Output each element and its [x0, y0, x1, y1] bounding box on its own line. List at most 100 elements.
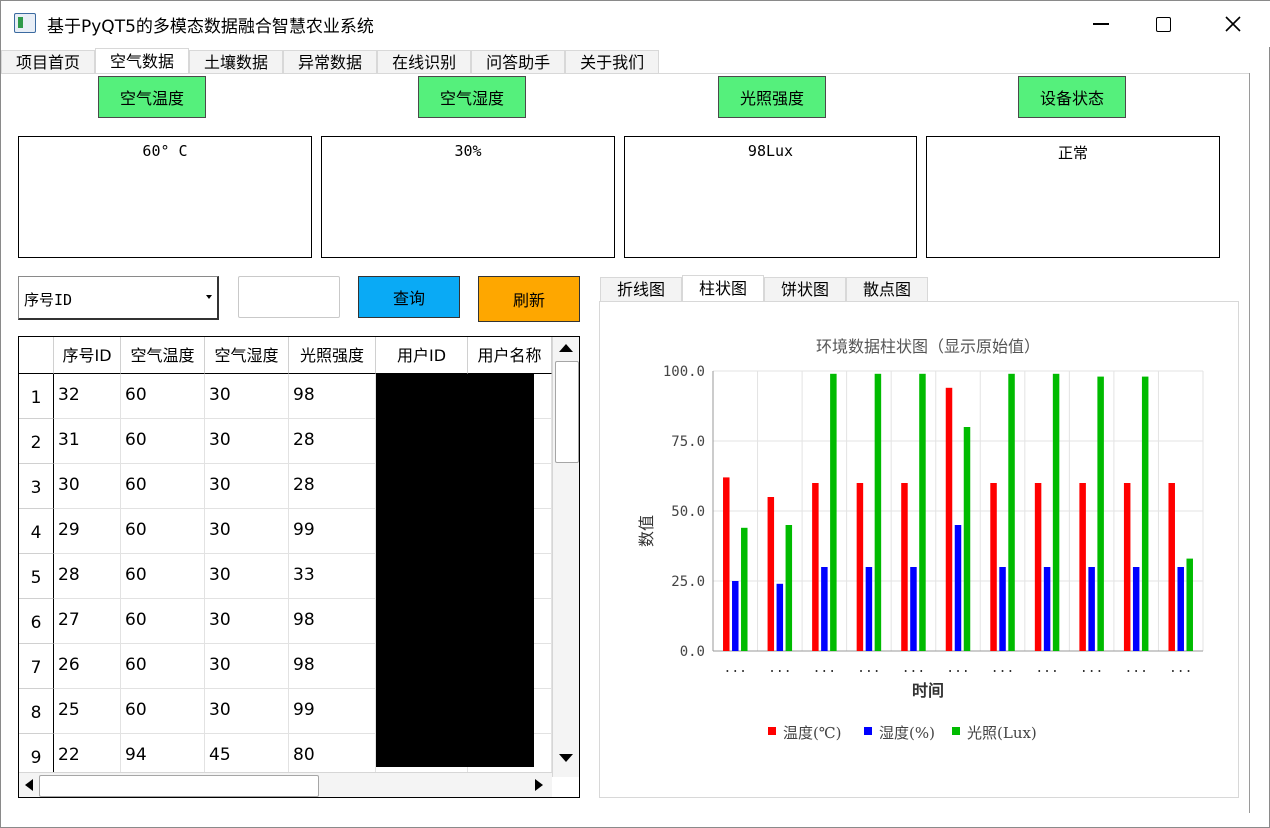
table-cell[interactable]: 30	[205, 374, 289, 419]
data-table[interactable]: 序号ID 空气温度 空气湿度 光照强度 用户ID 用户名称 1 32 60 30 98 2 31 60 30…	[18, 336, 580, 798]
bar-light	[1052, 373, 1060, 651]
table-cell[interactable]: 30	[205, 464, 289, 509]
column-header[interactable]: 序号ID	[54, 337, 121, 374]
search-input[interactable]	[238, 276, 340, 318]
maximize-button[interactable]	[1131, 1, 1195, 47]
x-tick-label: ...	[1080, 661, 1103, 676]
table-cell[interactable]: 28	[289, 419, 376, 464]
y-tick-label: 75.0	[671, 434, 705, 450]
row-header[interactable]: 8	[19, 689, 54, 734]
table-cell[interactable]: 26	[54, 644, 121, 689]
table-cell[interactable]: 98	[289, 644, 376, 689]
table-cell[interactable]: 27	[54, 599, 121, 644]
scroll-up-arrow-icon[interactable]	[559, 344, 573, 352]
table-cell[interactable]: 28	[289, 464, 376, 509]
column-header[interactable]: 光照强度	[289, 337, 376, 374]
chart-tab-scatter[interactable]: 散点图	[846, 277, 929, 301]
table-cell[interactable]: 98	[289, 374, 376, 419]
tab-online-recognition[interactable]: 在线识别	[377, 50, 472, 74]
table-cell[interactable]: 99	[289, 689, 376, 734]
vertical-scroll-thumb[interactable]	[555, 361, 579, 463]
x-axis-label: 时间	[912, 681, 944, 700]
tab-air-data[interactable]: 空气数据	[95, 48, 190, 74]
chart-tab-line[interactable]: 折线图	[600, 277, 683, 301]
table-cell[interactable]: 31	[54, 419, 121, 464]
x-tick-label: ...	[857, 661, 880, 676]
maximize-icon	[1155, 16, 1171, 32]
chart-tab-bar-active[interactable]: 柱状图	[682, 275, 765, 301]
tab-abnormal-data[interactable]: 异常数据	[283, 50, 378, 74]
chart-tab-bar: 折线图 柱状图 饼状图 散点图	[600, 275, 929, 301]
refresh-button[interactable]: 刷新	[478, 276, 580, 322]
row-header[interactable]: 4	[19, 509, 54, 554]
minimize-button[interactable]	[1069, 1, 1133, 47]
table-cell[interactable]: 60	[121, 689, 205, 734]
table-cell[interactable]: 60	[121, 554, 205, 599]
x-tick-label: ...	[1124, 661, 1147, 676]
air-temperature-label: 空气温度	[98, 76, 206, 118]
table-cell[interactable]: 98	[289, 599, 376, 644]
table-cell[interactable]: 30	[205, 599, 289, 644]
table-cell[interactable]: 30	[54, 464, 121, 509]
table-cell[interactable]: 60	[121, 374, 205, 419]
row-header[interactable]: 6	[19, 599, 54, 644]
bar-light	[963, 427, 971, 651]
query-button[interactable]: 查询	[358, 276, 460, 318]
chart-title: 环境数据柱状图（显示原始值）	[816, 337, 1040, 356]
main-tab-bar: 项目首页 空气数据 土壤数据 异常数据 在线识别 问答助手 关于我们	[1, 48, 660, 74]
table-cell[interactable]: 60	[121, 509, 205, 554]
scroll-down-arrow-icon[interactable]	[559, 754, 573, 762]
x-tick-label: ...	[1169, 661, 1192, 676]
table-corner[interactable]	[19, 337, 54, 374]
scroll-left-arrow-icon[interactable]	[25, 779, 33, 791]
row-header[interactable]: 7	[19, 644, 54, 689]
air-humidity-value: 30%	[321, 136, 615, 258]
air-temperature-value: 60° C	[18, 136, 312, 258]
column-header[interactable]: 空气温度	[121, 337, 205, 374]
table-cell[interactable]: 60	[121, 599, 205, 644]
tab-about-us[interactable]: 关于我们	[565, 50, 660, 74]
table-cell[interactable]: 30	[205, 644, 289, 689]
table-cell[interactable]: 33	[289, 554, 376, 599]
column-header[interactable]: 用户ID	[376, 337, 468, 374]
minimize-icon	[1093, 23, 1109, 25]
tab-qa-assistant[interactable]: 问答助手	[471, 50, 566, 74]
bar-temperature	[1168, 483, 1175, 651]
table-vertical-scrollbar[interactable]	[552, 337, 579, 777]
horizontal-scroll-thumb[interactable]	[39, 775, 319, 797]
scroll-right-arrow-icon[interactable]	[535, 779, 543, 791]
table-cell[interactable]: 30	[205, 689, 289, 734]
table-cell[interactable]: 25	[54, 689, 121, 734]
redacted-user-block	[376, 374, 534, 767]
bar-humidity	[1177, 567, 1184, 651]
light-intensity-label: 光照强度	[718, 76, 826, 118]
table-cell[interactable]: 30	[205, 509, 289, 554]
table-cell[interactable]: 60	[121, 419, 205, 464]
table-cell[interactable]: 60	[121, 464, 205, 509]
bar-light	[1097, 376, 1104, 651]
field-select-combo[interactable]: 序号ID	[18, 276, 219, 320]
tab-home[interactable]: 项目首页	[1, 50, 96, 74]
y-tick-label: 50.0	[671, 504, 705, 520]
row-header[interactable]: 5	[19, 554, 54, 599]
table-cell[interactable]: 99	[289, 509, 376, 554]
table-cell[interactable]: 28	[54, 554, 121, 599]
row-header[interactable]: 3	[19, 464, 54, 509]
table-cell[interactable]: 29	[54, 509, 121, 554]
table-horizontal-scrollbar[interactable]	[19, 772, 552, 797]
table-cell[interactable]: 32	[54, 374, 121, 419]
close-button[interactable]	[1201, 1, 1265, 47]
tab-soil-data[interactable]: 土壤数据	[189, 50, 284, 74]
row-header[interactable]: 1	[19, 374, 54, 419]
column-header[interactable]: 空气湿度	[205, 337, 289, 374]
field-select-value: 序号ID	[24, 291, 73, 309]
table-cell[interactable]: 60	[121, 644, 205, 689]
bar-temperature	[767, 497, 775, 651]
row-header[interactable]: 2	[19, 419, 54, 464]
x-tick-label: ...	[991, 661, 1014, 676]
table-cell[interactable]: 30	[205, 554, 289, 599]
column-header[interactable]: 用户名称	[468, 337, 552, 374]
chart-tab-pie[interactable]: 饼状图	[764, 277, 847, 301]
table-cell[interactable]: 30	[205, 419, 289, 464]
bar-humidity	[1043, 567, 1051, 651]
